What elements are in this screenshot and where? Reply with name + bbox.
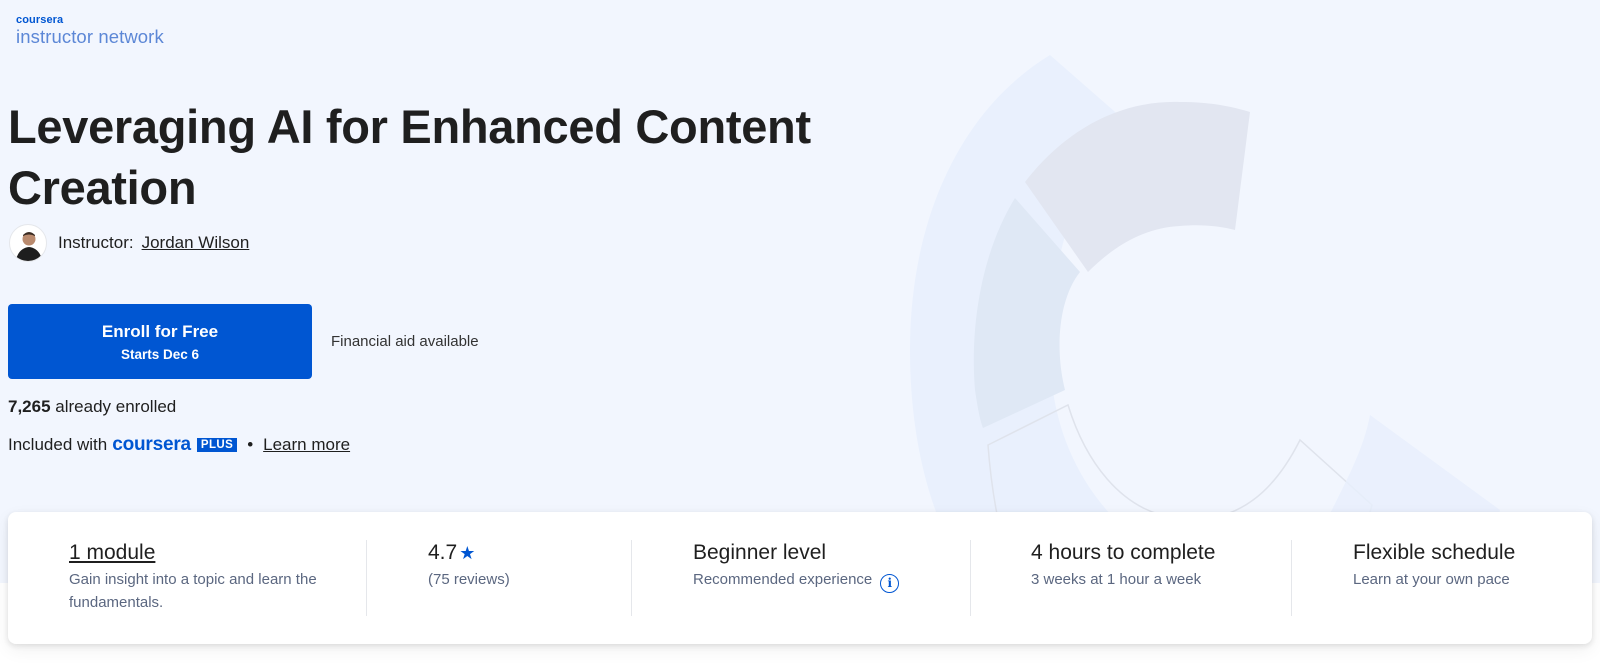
course-hero: coursera instructor network Leveraging A…	[0, 0, 1600, 583]
modules-description: Gain insight into a topic and learn the …	[69, 571, 317, 611]
plus-badge: PLUS	[196, 438, 238, 452]
instructor-row: Instructor: Jordan Wilson	[9, 224, 249, 262]
stat-modules: 1 module Gain insight into a topic and l…	[69, 540, 319, 614]
logo-brand: coursera	[16, 14, 64, 26]
duration-title: 4 hours to complete	[1031, 541, 1216, 564]
enrolled-suffix: already enrolled	[55, 397, 177, 416]
stat-level: Beginner level Recommended experience i	[693, 540, 900, 593]
schedule-sub: Learn at your own pace	[1353, 571, 1510, 588]
enroll-button[interactable]: Enroll for Free Starts Dec 6	[8, 304, 312, 379]
stat-rating: 4.7 ★ (75 reviews)	[428, 540, 510, 591]
review-count: (75 reviews)	[428, 571, 510, 588]
duration-sub: 3 weeks at 1 hour a week	[1031, 571, 1202, 588]
stat-schedule: Flexible schedule Learn at your own pace	[1353, 540, 1515, 591]
level-title: Beginner level	[693, 541, 827, 564]
recommended-experience-text: Recommended experience	[693, 571, 873, 588]
stat-divider	[631, 540, 632, 616]
separator-dot: •	[247, 435, 254, 454]
modules-link[interactable]: 1 module	[69, 540, 319, 566]
stat-divider	[366, 540, 367, 616]
enrolled-number: 7,265	[8, 397, 51, 416]
instructor-avatar[interactable]	[9, 224, 47, 262]
stat-divider	[970, 540, 971, 616]
learn-more-link[interactable]: Learn more	[263, 435, 350, 455]
level-sub-row: Recommended experience i	[693, 568, 900, 593]
instructor-name-link[interactable]: Jordan Wilson	[142, 233, 250, 253]
course-title: Leveraging AI for Enhanced Content Creat…	[8, 100, 811, 214]
decorative-background-art	[910, 55, 1500, 583]
course-stats-card: 1 module Gain insight into a topic and l…	[8, 512, 1592, 644]
logo-subtitle: instructor network	[16, 26, 164, 47]
rating-value-row: 4.7 ★	[428, 540, 510, 566]
stat-divider	[1291, 540, 1292, 616]
rating-value: 4.7	[428, 541, 458, 564]
enrolled-count: 7,265 already enrolled	[8, 397, 176, 417]
schedule-title: Flexible schedule	[1353, 541, 1516, 564]
enroll-start-date: Starts Dec 6	[120, 346, 200, 362]
instructor-label: Instructor:	[58, 233, 134, 252]
enroll-button-label: Enroll for Free	[101, 321, 219, 341]
financial-aid-text: Financial aid available	[331, 333, 479, 350]
coursera-plus-row: Included with coursera PLUS • Learn more	[8, 434, 350, 456]
person-photo-icon	[15, 232, 43, 261]
info-icon[interactable]: i	[880, 574, 900, 593]
stat-duration: 4 hours to complete 3 weeks at 1 hour a …	[1031, 540, 1215, 591]
coursera-instructor-network-logo[interactable]: coursera instructor network	[16, 15, 164, 47]
coursera-plus-logo: coursera	[112, 434, 191, 455]
star-icon: ★	[459, 543, 476, 563]
included-prefix: Included with	[8, 435, 108, 454]
